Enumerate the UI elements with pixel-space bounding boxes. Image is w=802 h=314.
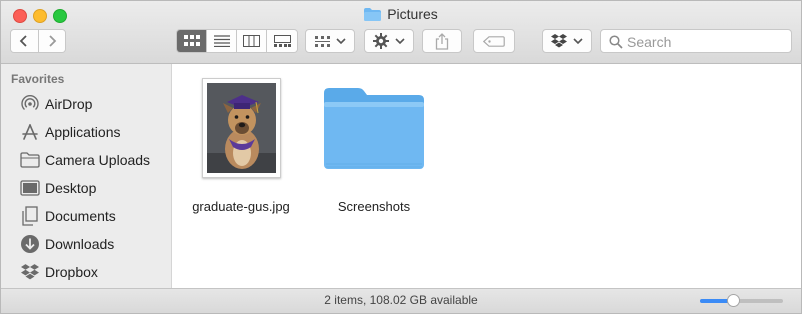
sidebar-item-label: Downloads xyxy=(45,236,115,252)
documents-icon xyxy=(19,206,41,226)
sidebar-item-camera-uploads[interactable]: Camera Uploads xyxy=(19,148,169,172)
finder-window: Pictures Search Favorites AirDrop Applic… xyxy=(0,0,802,314)
sidebar-item-downloads[interactable]: Downloads xyxy=(19,232,169,256)
tag-button[interactable] xyxy=(473,29,515,53)
chevron-left-icon xyxy=(19,35,27,47)
file-item-graduate-gus[interactable] xyxy=(202,78,281,178)
file-item-screenshots[interactable] xyxy=(322,87,426,176)
gallery-view-icon xyxy=(273,35,291,47)
downloads-icon xyxy=(19,234,41,254)
chevron-down-icon xyxy=(335,38,346,45)
status-text: 2 items, 108.02 GB available xyxy=(324,293,478,307)
status-bar: 2 items, 108.02 GB available xyxy=(1,288,801,313)
folder-icon xyxy=(19,150,41,170)
sidebar-item-label: Documents xyxy=(45,208,116,224)
image-thumbnail xyxy=(207,83,276,173)
action-button[interactable] xyxy=(364,29,414,53)
back-button[interactable] xyxy=(11,30,39,52)
search-placeholder: Search xyxy=(627,34,672,50)
chevron-down-icon xyxy=(573,38,583,45)
sidebar-item-label: Desktop xyxy=(45,180,97,196)
list-view-button[interactable] xyxy=(207,30,237,52)
sidebar-header: Favorites xyxy=(11,72,65,86)
toolbar: Pictures Search xyxy=(1,1,801,64)
group-by-button[interactable] xyxy=(305,29,355,53)
icon-view-button[interactable] xyxy=(177,30,207,52)
gear-icon xyxy=(373,33,389,49)
file-item-screenshots-label-wrap[interactable]: Screenshots xyxy=(314,193,434,214)
file-item-graduate-gus-label-wrap[interactable]: graduate-gus.jpg xyxy=(181,193,301,214)
folder-icon xyxy=(324,88,424,169)
forward-button[interactable] xyxy=(38,30,65,52)
sidebar-item-label: Applications xyxy=(45,124,121,140)
column-view-icon xyxy=(243,35,260,47)
chevron-down-icon xyxy=(395,38,405,45)
share-icon xyxy=(435,32,449,50)
airdrop-icon xyxy=(19,94,41,114)
dropbox-icon xyxy=(551,34,567,48)
desktop-icon xyxy=(19,178,41,198)
applications-icon xyxy=(19,122,41,142)
list-view-icon xyxy=(213,35,230,47)
folder-icon xyxy=(364,8,382,24)
chevron-right-icon xyxy=(49,35,57,47)
sidebar: Favorites AirDrop Applications Camera Up… xyxy=(1,64,172,288)
window-title: Pictures xyxy=(1,6,801,24)
search-icon xyxy=(609,35,623,49)
icon-view-icon xyxy=(183,35,200,46)
sidebar-item-label: Dropbox xyxy=(45,264,98,280)
group-icon xyxy=(314,35,330,47)
view-mode-control xyxy=(176,29,298,53)
gallery-view-button[interactable] xyxy=(267,30,297,52)
sidebar-item-documents[interactable]: Documents xyxy=(19,204,169,228)
sidebar-item-label: Camera Uploads xyxy=(45,152,151,168)
dropbox-button[interactable] xyxy=(542,29,592,53)
icon-size-slider[interactable] xyxy=(700,294,783,307)
sidebar-item-desktop[interactable]: Desktop xyxy=(19,176,169,200)
sidebar-item-dropbox[interactable]: Dropbox xyxy=(19,260,169,284)
file-name: graduate-gus.jpg xyxy=(192,199,290,214)
sidebar-item-label: AirDrop xyxy=(45,96,93,112)
dropbox-icon xyxy=(19,262,41,282)
share-button[interactable] xyxy=(422,29,462,53)
sidebar-item-airdrop[interactable]: AirDrop xyxy=(19,92,169,116)
column-view-button[interactable] xyxy=(237,30,267,52)
file-name: Screenshots xyxy=(337,199,411,214)
sidebar-item-applications[interactable]: Applications xyxy=(19,120,169,144)
nav-buttons xyxy=(10,29,66,53)
window-title-text: Pictures xyxy=(387,6,438,22)
search-field[interactable]: Search xyxy=(600,29,792,53)
tag-icon xyxy=(483,35,505,47)
